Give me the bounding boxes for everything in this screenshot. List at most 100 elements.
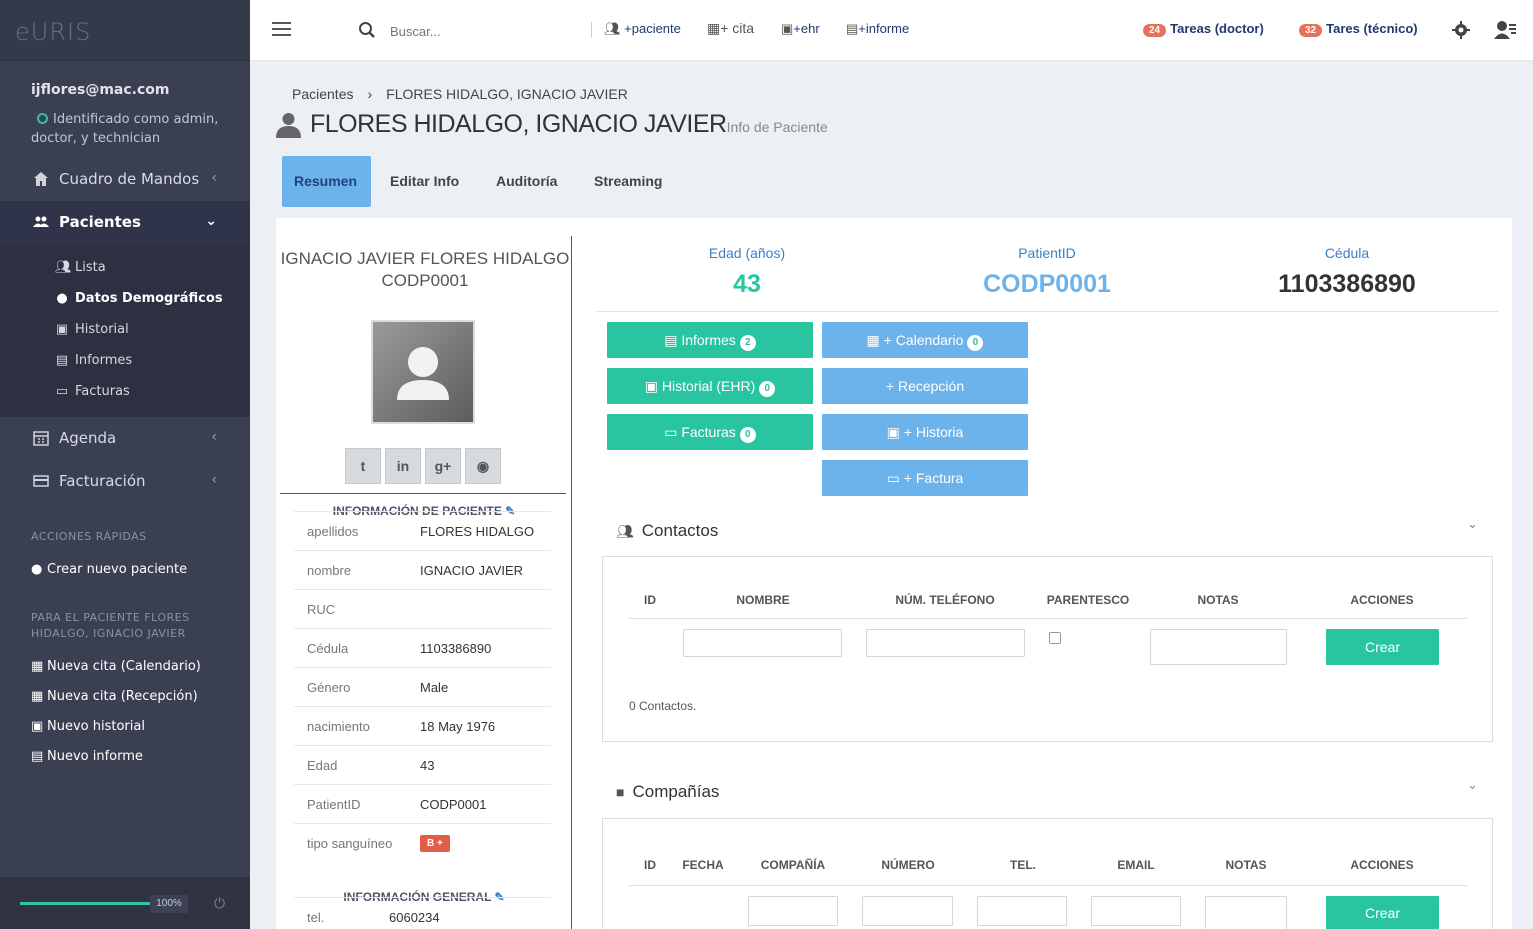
new-appointment-calendar-link[interactable]: ▦ Nueva cita (Calendario) <box>31 659 201 674</box>
twitter-icon[interactable]: t <box>345 448 381 484</box>
col-numero: NÚMERO <box>881 858 935 872</box>
add-ehr-button[interactable]: ▣+ehr <box>781 21 820 37</box>
nav-billing[interactable]: Facturación ‹ <box>0 460 250 503</box>
add-patient-button[interactable]: 👥︎ +paciente <box>604 21 681 37</box>
new-appointment-reception-link[interactable]: ▦ Nueva cita (Recepción) <box>31 689 198 704</box>
ehr-button[interactable]: ▣ Historial (EHR) 0 <box>607 368 813 404</box>
reports-button[interactable]: ▤ Informes 2 <box>607 322 813 358</box>
tasks-tech-badge: 32 <box>1299 24 1323 37</box>
nav-patients[interactable]: Pacientes ⌄ <box>0 201 250 244</box>
progress-bar <box>20 902 150 905</box>
calendar-icon: ▦ <box>866 332 880 348</box>
relationship-checkbox[interactable] <box>1049 632 1061 644</box>
nav-dashboard[interactable]: Cuadro de Mandos ‹ <box>0 158 250 201</box>
tasks-tech-link[interactable]: 32 Tares (técnico) <box>1299 21 1418 37</box>
page-subtitle: Info de Paciente <box>726 119 828 135</box>
subnav-reports[interactable]: ▤ Informes <box>55 353 132 375</box>
google-plus-icon[interactable]: g+ <box>425 448 461 484</box>
patient-full-name: IGNACIO JAVIER FLORES HIDALGO CODP0001 <box>280 249 570 290</box>
info-row-genero: Género Male <box>294 667 551 706</box>
company-name-input[interactable] <box>748 896 838 926</box>
col-notas: NOTAS <box>1197 593 1239 607</box>
calendar-count-badge: 0 <box>967 335 984 351</box>
col-id: ID <box>644 858 656 872</box>
contacts-title: 👥︎ Contactos <box>616 521 719 540</box>
contact-notes-textarea[interactable] <box>1150 629 1287 665</box>
power-icon[interactable]: ⏻ <box>214 895 225 912</box>
info-row-tel: tel. 6060234 <box>294 897 551 929</box>
chevron-down-icon[interactable]: ⌄ <box>1467 777 1478 793</box>
info-row-nombre: nombre IGNACIO JAVIER <box>294 550 551 589</box>
company-notes-textarea[interactable] <box>1205 896 1287 929</box>
briefcase-icon: ■ <box>616 784 625 800</box>
app-logo[interactable]: eURIS <box>0 0 250 61</box>
create-patient-link[interactable]: ● Crear nuevo paciente <box>31 562 187 577</box>
subnav-demographics[interactable]: ● Datos Demográficos <box>55 291 222 313</box>
divider <box>629 885 1467 886</box>
age-value: 43 <box>733 270 761 298</box>
subnav-history[interactable]: ▣ Historial <box>55 322 129 344</box>
create-company-button[interactable]: Crear <box>1326 896 1439 929</box>
nav-agenda[interactable]: Agenda ‹ <box>0 417 250 460</box>
add-appointment-button[interactable]: ▦+ cita <box>707 20 754 37</box>
medkit-icon: ▣ <box>644 378 658 394</box>
search-input[interactable] <box>390 20 580 42</box>
col-id: ID <box>644 593 656 607</box>
chevron-down-icon: ⌄ <box>205 213 217 229</box>
col-tel: TEL. <box>1010 858 1036 872</box>
tab-audit[interactable]: Auditoría <box>484 156 569 207</box>
user-icon <box>276 113 301 139</box>
users-icon: 👥︎ <box>616 523 634 539</box>
invoices-button[interactable]: ▭ Facturas 0 <box>607 414 813 450</box>
chevron-left-icon: ‹ <box>211 429 217 445</box>
add-report-button[interactable]: ▤+informe <box>846 21 909 37</box>
subnav-list[interactable]: 👥︎ Lista <box>55 260 106 282</box>
create-contact-button[interactable]: Crear <box>1326 629 1439 665</box>
file-icon: ▤ <box>846 21 859 36</box>
quick-actions-title: ACCIONES RÁPIDAS <box>31 530 147 543</box>
logo-text: eURIS <box>15 18 92 46</box>
linkedin-icon[interactable]: in <box>385 448 421 484</box>
tab-streaming[interactable]: Streaming <box>582 156 674 207</box>
medkit-icon: ▣ <box>781 21 794 36</box>
col-notas: NOTAS <box>1225 858 1267 872</box>
info-row-apellidos: apellidos FLORES HIDALGO <box>294 511 551 550</box>
contact-name-input[interactable] <box>683 629 842 657</box>
home-icon <box>34 172 48 186</box>
tab-edit-info[interactable]: Editar Info <box>378 156 471 207</box>
add-invoice-button[interactable]: ▭ + Factura <box>822 460 1028 496</box>
user-menu-icon[interactable] <box>1494 20 1516 40</box>
add-history-button[interactable]: ▣ + Historia <box>822 414 1028 450</box>
file-icon: ▤ <box>55 353 69 368</box>
subnav-invoices[interactable]: ▭ Facturas <box>55 384 130 406</box>
add-reception-button[interactable]: + Recepción <box>822 368 1028 404</box>
company-email-input[interactable] <box>1091 896 1181 926</box>
github-icon[interactable]: ◉ <box>465 448 501 484</box>
online-status-icon <box>37 113 48 124</box>
company-number-input[interactable] <box>862 896 953 926</box>
gear-icon[interactable] <box>1452 21 1470 39</box>
chevron-left-icon: ‹ <box>211 472 217 488</box>
breadcrumb-root-link[interactable]: Pacientes <box>292 86 353 102</box>
breadcrumb-current: FLORES HIDALGO, IGNACIO JAVIER <box>386 86 628 102</box>
menu-toggle-icon[interactable] <box>272 22 291 37</box>
user-status: Identificado como admin, doctor, y techn… <box>31 112 219 146</box>
divider <box>597 311 1498 312</box>
file-icon: ▤ <box>664 332 678 348</box>
contact-phone-input[interactable] <box>866 629 1025 657</box>
search-icon <box>359 22 375 38</box>
credit-card-icon <box>33 475 49 487</box>
chevron-down-icon[interactable]: ⌄ <box>1467 516 1478 532</box>
credit-card-icon: ▭ <box>664 424 678 440</box>
new-report-link[interactable]: ▤ Nuevo informe <box>31 749 143 764</box>
add-calendar-button[interactable]: ▦ + Calendario 0 <box>822 322 1028 358</box>
tab-summary[interactable]: Resumen <box>282 156 371 207</box>
col-compania: COMPAÑÍA <box>760 858 826 872</box>
ehr-count-badge: 0 <box>759 381 776 397</box>
invoices-count-badge: 0 <box>739 427 756 443</box>
company-phone-input[interactable] <box>977 896 1067 926</box>
avatar <box>371 320 475 424</box>
new-history-link[interactable]: ▣ Nuevo historial <box>31 719 145 734</box>
nav-patients-label: Pacientes <box>59 213 141 231</box>
tasks-doctor-link[interactable]: 24 Tareas (doctor) <box>1143 21 1264 37</box>
